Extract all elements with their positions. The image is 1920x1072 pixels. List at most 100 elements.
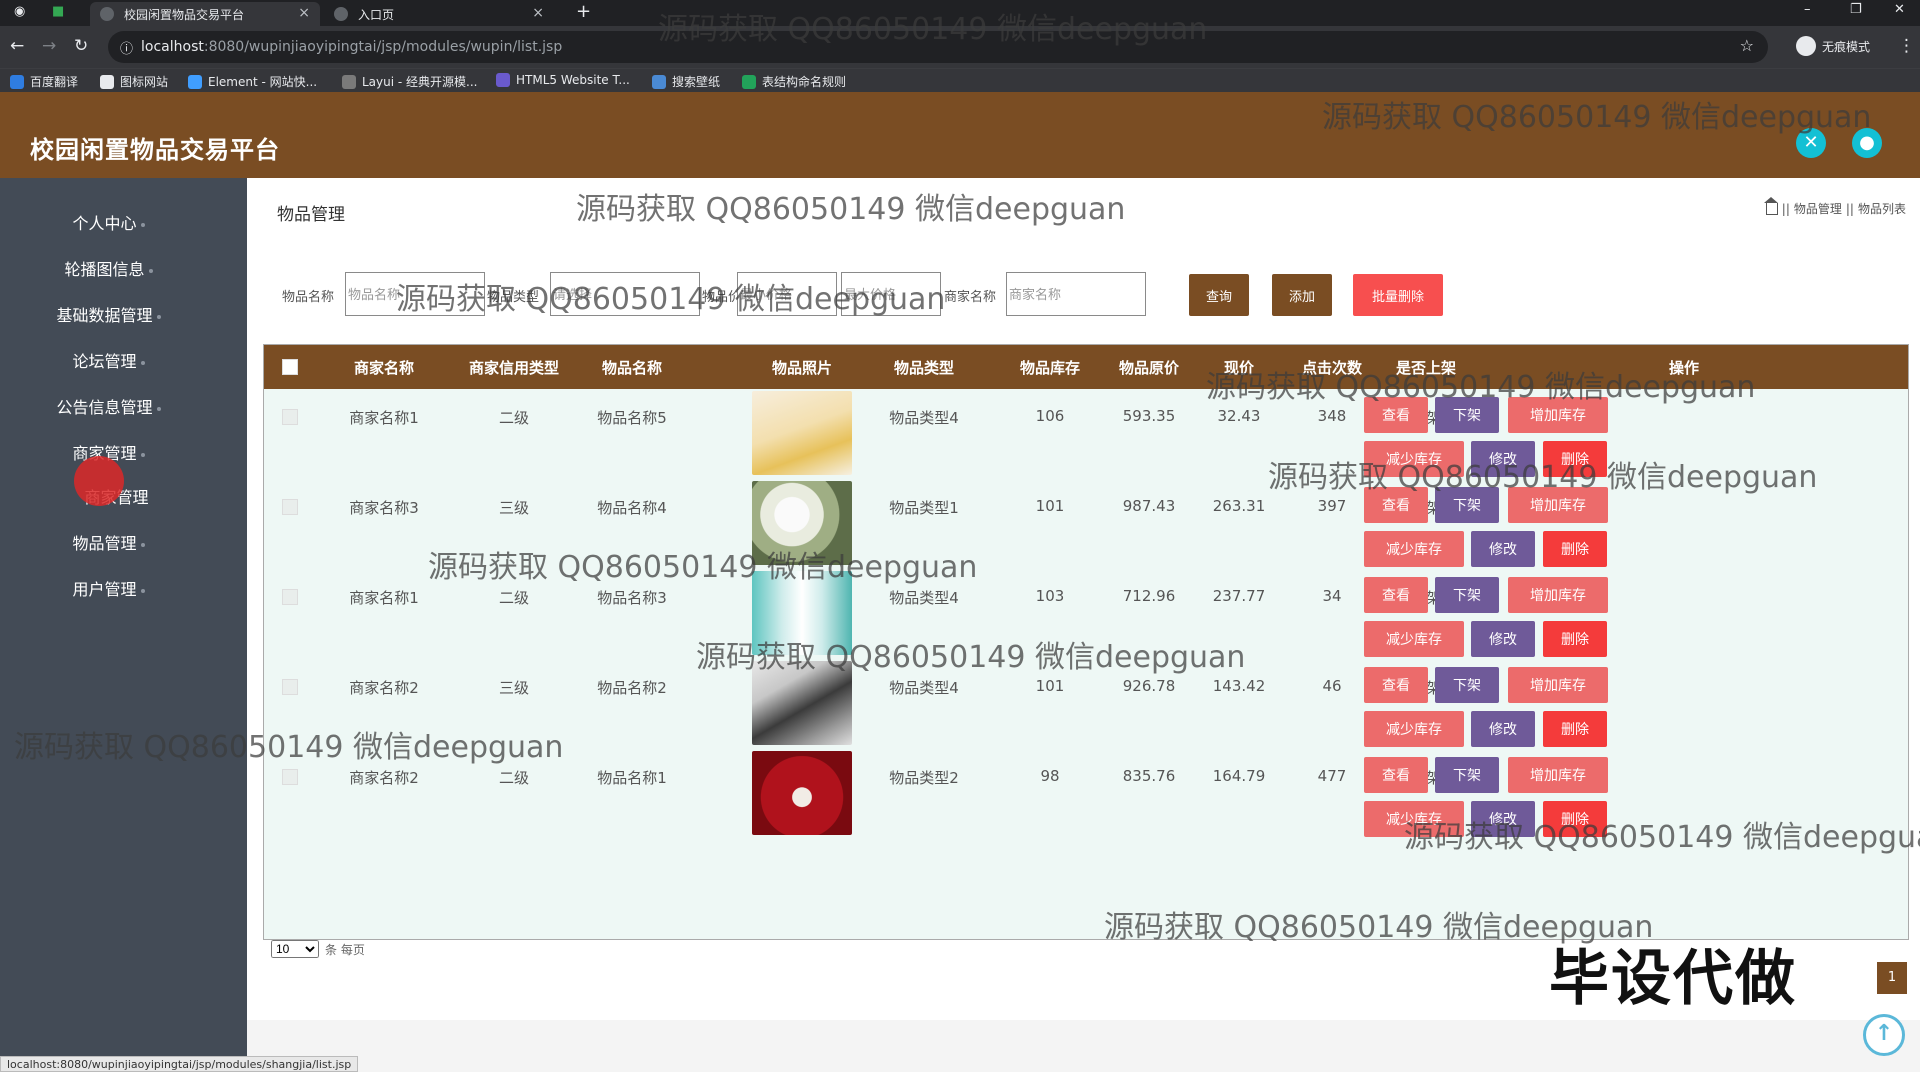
goods-photo[interactable] bbox=[752, 481, 852, 565]
row-checkbox[interactable] bbox=[282, 589, 298, 605]
delete-button[interactable]: 删除 bbox=[1543, 711, 1607, 747]
home-icon[interactable] bbox=[1763, 196, 1778, 215]
increase-stock-button[interactable]: 增加库存 bbox=[1508, 397, 1608, 433]
offshelf-button[interactable]: 下架 bbox=[1435, 757, 1499, 793]
decrease-stock-button[interactable]: 减少库存 bbox=[1364, 441, 1464, 477]
min-price-input[interactable] bbox=[737, 272, 837, 316]
restore-icon[interactable]: ❐ bbox=[1850, 2, 1862, 17]
bookmark-item[interactable]: Element - 网站快... bbox=[188, 73, 317, 90]
sidebar-item-profile[interactable]: 个人中心 bbox=[0, 210, 217, 234]
goods-photo[interactable] bbox=[752, 751, 852, 835]
goods-photo[interactable] bbox=[752, 571, 852, 655]
browser-menu-icon[interactable]: ◉ bbox=[14, 4, 25, 19]
edit-button[interactable]: 修改 bbox=[1471, 621, 1535, 657]
cell-name: 物品名称4 bbox=[597, 499, 667, 517]
info-icon[interactable]: ⓘ bbox=[120, 38, 133, 57]
sidebar-item-base-data[interactable]: 基础数据管理 bbox=[0, 302, 217, 326]
increase-stock-button[interactable]: 增加库存 bbox=[1508, 577, 1608, 613]
row-checkbox[interactable] bbox=[282, 499, 298, 515]
tab-active[interactable]: 校园闲置物品交易平台 × bbox=[90, 2, 320, 26]
view-button[interactable]: 查看 bbox=[1364, 577, 1428, 613]
cell-price: 32.43 bbox=[1217, 407, 1261, 425]
incognito-badge[interactable]: 无痕模式 bbox=[1796, 36, 1870, 56]
goods-photo[interactable] bbox=[752, 661, 852, 745]
back-icon[interactable]: ← bbox=[10, 36, 24, 56]
bookmark-item[interactable]: 表结构命名规则 bbox=[742, 73, 846, 90]
view-button[interactable]: 查看 bbox=[1364, 487, 1428, 523]
breadcrumb-item: 物品列表 bbox=[1857, 202, 1906, 216]
delete-button[interactable]: 删除 bbox=[1543, 531, 1607, 567]
bookmark-item[interactable]: 百度翻译 bbox=[10, 73, 78, 90]
page-title: 物品管理 bbox=[277, 205, 345, 225]
sidebar-item-users[interactable]: 用户管理 bbox=[0, 576, 217, 600]
increase-stock-button[interactable]: 增加库存 bbox=[1508, 487, 1608, 523]
page-size-select[interactable]: 10 bbox=[271, 940, 319, 958]
more-menu-icon[interactable]: ⋮ bbox=[1898, 36, 1915, 56]
tab-close-icon[interactable]: × bbox=[532, 5, 544, 21]
user-avatar-icon[interactable]: ● bbox=[1852, 128, 1882, 158]
add-button[interactable]: 添加 bbox=[1272, 274, 1332, 316]
page-number-button[interactable]: 1 bbox=[1877, 962, 1907, 994]
tab-entry[interactable]: 入口页 × bbox=[324, 2, 554, 26]
edit-button[interactable]: 修改 bbox=[1471, 711, 1535, 747]
search-button[interactable]: 查询 bbox=[1189, 274, 1249, 316]
offshelf-button[interactable]: 下架 bbox=[1435, 577, 1499, 613]
address-bar[interactable]: ⓘ localhost:8080/wupinjiaoyipingtai/jsp/… bbox=[108, 31, 1768, 63]
window-close-icon[interactable]: ✕ bbox=[1894, 2, 1905, 17]
row-checkbox[interactable] bbox=[282, 679, 298, 695]
decrease-stock-button[interactable]: 减少库存 bbox=[1364, 531, 1464, 567]
sidebar-item-notice[interactable]: 公告信息管理 bbox=[0, 394, 217, 418]
sidebar-item-carousel[interactable]: 轮播图信息 bbox=[0, 256, 217, 280]
pagination-size: 10 条 每页 bbox=[271, 940, 365, 958]
goods-type-select[interactable] bbox=[550, 272, 700, 316]
click-indicator bbox=[74, 456, 124, 506]
app-favicon-icon[interactable]: ■ bbox=[52, 4, 64, 19]
bookmark-item[interactable]: 图标网站 bbox=[100, 73, 168, 90]
bookmark-star-icon[interactable]: ☆ bbox=[1740, 36, 1754, 55]
incognito-label: 无痕模式 bbox=[1822, 39, 1871, 54]
bookmark-favicon-icon bbox=[188, 74, 202, 89]
view-button[interactable]: 查看 bbox=[1364, 667, 1428, 703]
row-checkbox[interactable] bbox=[282, 409, 298, 425]
bookmark-item[interactable]: HTML5 Website T... bbox=[496, 73, 630, 87]
fullscreen-icon[interactable]: ✕ bbox=[1796, 128, 1826, 158]
delete-button[interactable]: 删除 bbox=[1543, 801, 1607, 837]
bookmark-favicon-icon bbox=[496, 73, 510, 87]
delete-button[interactable]: 删除 bbox=[1543, 441, 1607, 477]
merchant-name-input[interactable] bbox=[1006, 272, 1146, 316]
bookmark-item[interactable]: Layui - 经典开源模... bbox=[342, 73, 477, 90]
view-button[interactable]: 查看 bbox=[1364, 397, 1428, 433]
offshelf-button[interactable]: 下架 bbox=[1435, 397, 1499, 433]
goods-table: 商家名称 商家信用类型 物品名称 物品照片 物品类型 物品库存 物品原价 现价 … bbox=[263, 344, 1909, 940]
edit-button[interactable]: 修改 bbox=[1471, 801, 1535, 837]
select-all-checkbox[interactable] bbox=[282, 359, 298, 375]
decrease-stock-button[interactable]: 减少库存 bbox=[1364, 621, 1464, 657]
delete-button[interactable]: 删除 bbox=[1543, 621, 1607, 657]
batch-delete-button[interactable]: 批量删除 bbox=[1353, 274, 1443, 316]
bookmark-item[interactable]: 搜索壁纸 bbox=[652, 73, 720, 90]
decrease-stock-button[interactable]: 减少库存 bbox=[1364, 711, 1464, 747]
minimize-icon[interactable]: – bbox=[1804, 2, 1811, 17]
sidebar-item-goods[interactable]: 物品管理 bbox=[0, 530, 217, 554]
offshelf-button[interactable]: 下架 bbox=[1435, 487, 1499, 523]
view-button[interactable]: 查看 bbox=[1364, 757, 1428, 793]
sidebar-item-forum[interactable]: 论坛管理 bbox=[0, 348, 217, 372]
tab-close-icon[interactable]: × bbox=[298, 5, 310, 21]
decrease-stock-button[interactable]: 减少库存 bbox=[1364, 801, 1464, 837]
offshelf-button[interactable]: 下架 bbox=[1435, 667, 1499, 703]
row-checkbox[interactable] bbox=[282, 769, 298, 785]
max-price-input[interactable] bbox=[841, 272, 941, 316]
back-to-top-icon[interactable]: ↑ bbox=[1863, 1014, 1905, 1056]
new-tab-icon[interactable]: + bbox=[576, 1, 591, 22]
increase-stock-button[interactable]: 增加库存 bbox=[1508, 667, 1608, 703]
goods-photo[interactable] bbox=[752, 391, 852, 475]
edit-button[interactable]: 修改 bbox=[1471, 531, 1535, 567]
forward-icon[interactable]: → bbox=[42, 36, 56, 56]
edit-button[interactable]: 修改 bbox=[1471, 441, 1535, 477]
goods-name-input[interactable] bbox=[345, 272, 485, 316]
tab-title: 入口页 bbox=[358, 7, 395, 22]
breadcrumb-item[interactable]: 物品管理 bbox=[1794, 200, 1842, 217]
cell-type: 物品类型2 bbox=[889, 769, 959, 787]
increase-stock-button[interactable]: 增加库存 bbox=[1508, 757, 1608, 793]
reload-icon[interactable]: ↻ bbox=[74, 36, 88, 56]
